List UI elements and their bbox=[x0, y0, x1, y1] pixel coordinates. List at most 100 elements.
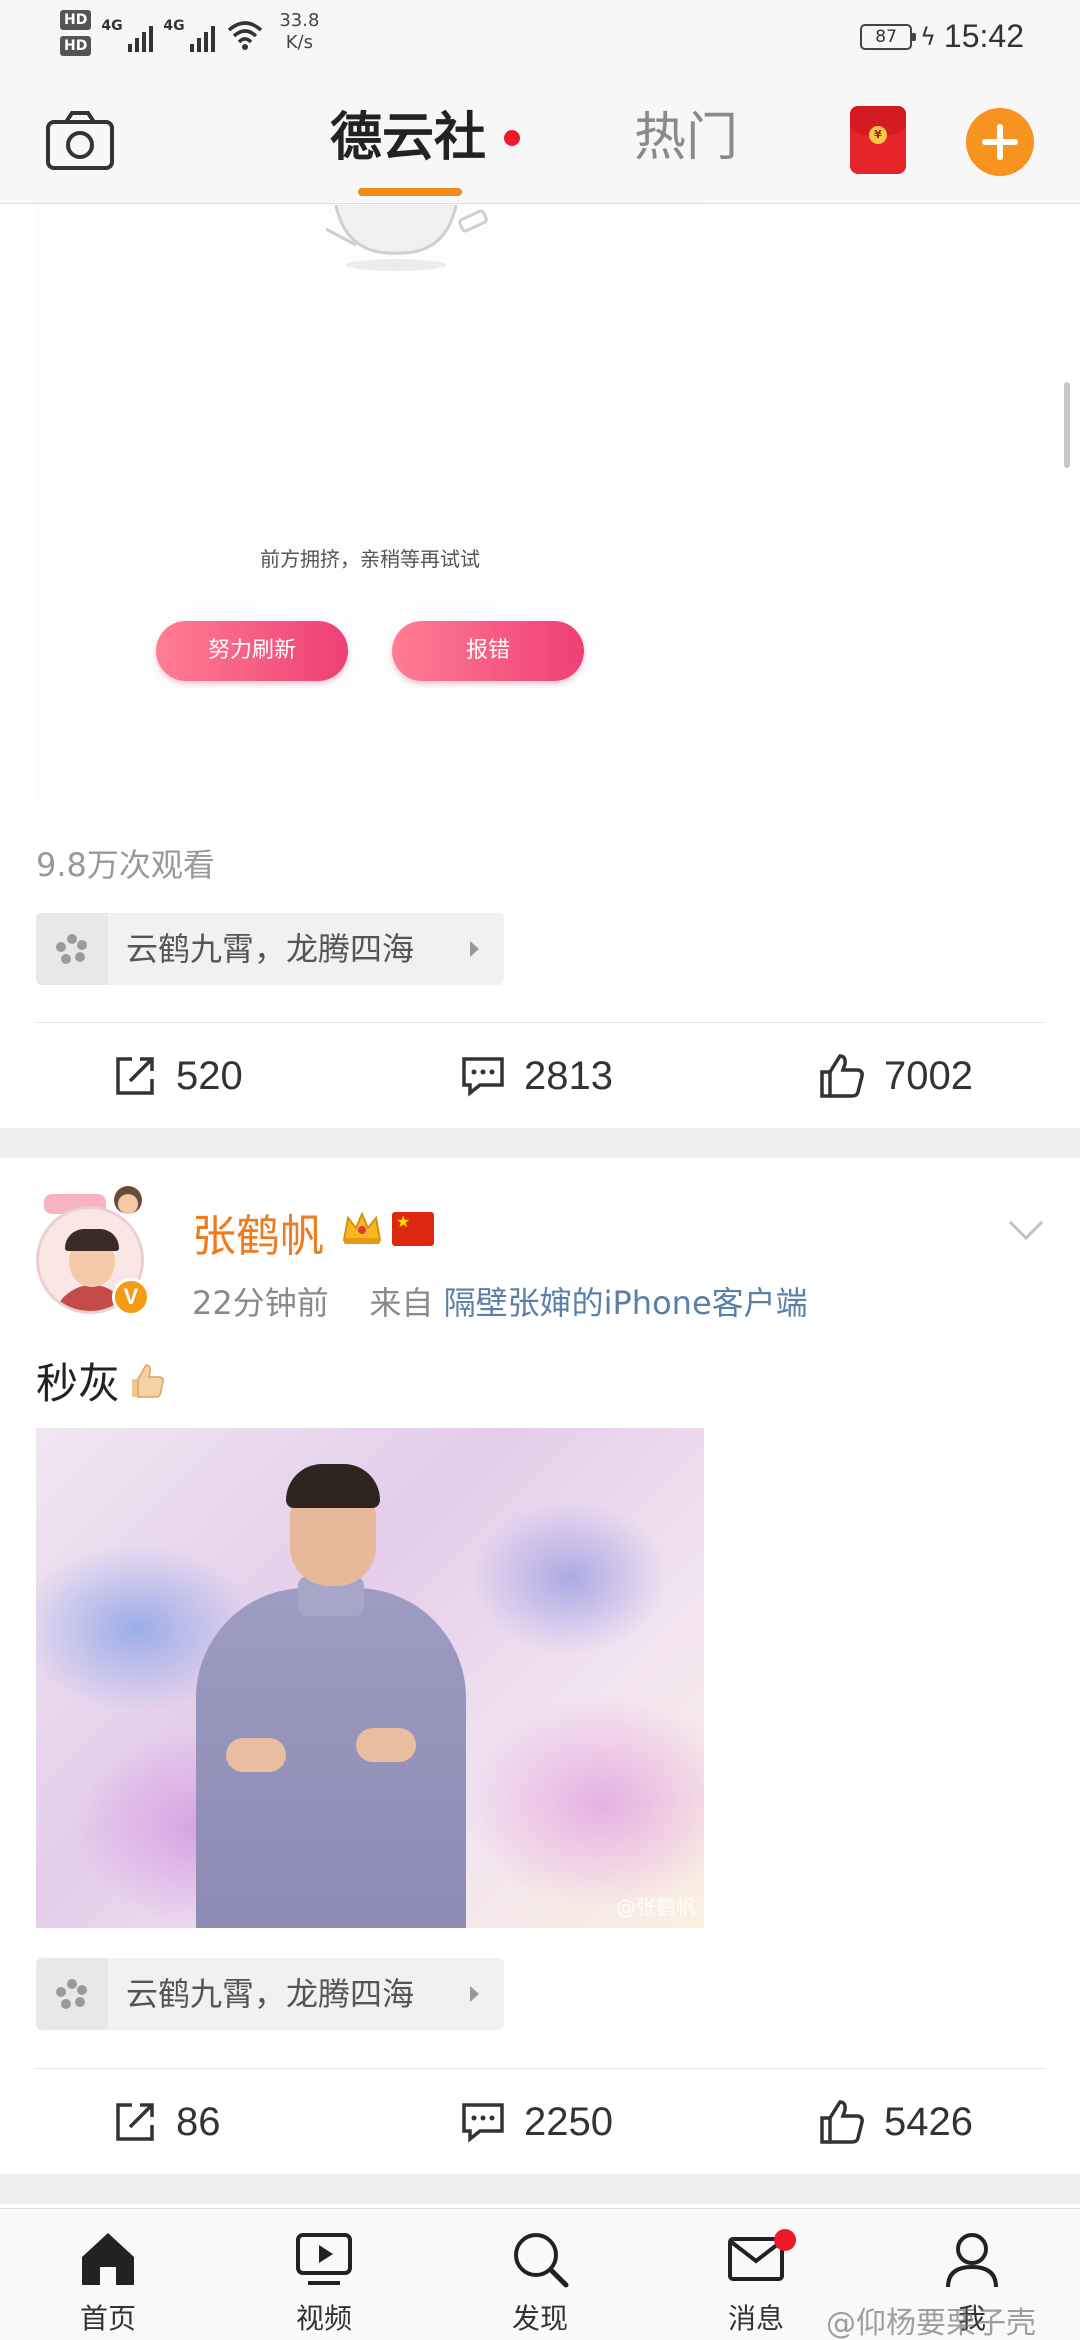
post-meta: 22分钟前 来自 隔壁张婶的iPhone客户端 bbox=[192, 1278, 808, 1324]
nav-home-label: 首页 bbox=[79, 2302, 136, 2335]
report-error-button[interactable]: 报错 bbox=[392, 621, 584, 681]
wifi-icon bbox=[228, 21, 263, 50]
scrollbar-thumb[interactable] bbox=[1064, 382, 1070, 468]
video-player[interactable]: 前方拥挤，亲稍等再试试 努力刷新 报错 bbox=[36, 205, 704, 805]
repost-icon bbox=[116, 1057, 154, 1095]
nav-home[interactable]: 首页 bbox=[48, 2227, 168, 2339]
chevron-down-icon[interactable] bbox=[1006, 1218, 1046, 1242]
unread-dot bbox=[774, 2229, 796, 2251]
topic-pinwheel-icon bbox=[56, 934, 87, 964]
camera-icon[interactable] bbox=[44, 108, 116, 172]
nav-discover[interactable]: 发现 bbox=[480, 2227, 600, 2339]
post-image[interactable]: @张鹤帆 bbox=[36, 1428, 704, 1928]
post-body: 秒灰 bbox=[36, 1350, 166, 1411]
speed-value: 33.8 bbox=[279, 10, 320, 31]
divider bbox=[36, 1022, 1044, 1023]
topic-arrow-icon bbox=[470, 1986, 479, 2002]
comment-count: 2250 bbox=[524, 2099, 613, 2144]
topic-pinwheel-icon bbox=[56, 1979, 87, 2009]
nav-video[interactable]: 视频 bbox=[264, 2227, 384, 2339]
topic-chip[interactable]: 云鹤九霄，龙腾四海 bbox=[36, 913, 504, 985]
china-flag-icon: ★ bbox=[392, 1212, 434, 1246]
loading-error-illustration bbox=[325, 205, 488, 271]
topic-arrow-icon bbox=[470, 941, 479, 957]
status-bar: HD HD 4G 4G 33.8 K/s 87 ϟ 15:42 bbox=[0, 0, 1080, 78]
red-packet-coin: ¥ bbox=[869, 126, 887, 144]
hd1-indicator: HD bbox=[60, 10, 92, 30]
topic-label: 云鹤九霄，龙腾四海 bbox=[126, 1975, 415, 2013]
username[interactable]: 张鹤帆 bbox=[192, 1200, 324, 1264]
weibo-watermark: @仰杨要栗子壳 bbox=[826, 2306, 1036, 2340]
error-message: 前方拥挤，亲稍等再试试 bbox=[260, 547, 480, 571]
verified-badge-icon: V bbox=[112, 1278, 150, 1316]
status-left: HD HD 4G 4G 33.8 K/s bbox=[60, 10, 319, 56]
home-icon bbox=[82, 2233, 134, 2285]
network-speed: 33.8 K/s bbox=[279, 10, 319, 54]
video-icon bbox=[296, 2233, 352, 2285]
repost-count: 86 bbox=[176, 2099, 221, 2144]
thumbs-up-emoji-icon bbox=[132, 1363, 164, 1398]
repost-count: 520 bbox=[176, 1053, 243, 1098]
tab-deyunshe[interactable]: 德云社 bbox=[330, 106, 486, 170]
nav-messages-label: 消息 bbox=[727, 2302, 784, 2335]
like-count: 5426 bbox=[884, 2099, 973, 2144]
post2-action-bar: 86 2250 5426 bbox=[0, 2072, 1080, 2172]
post-source[interactable]: 隔壁张婶的iPhone客户端 bbox=[444, 1284, 808, 1322]
repost-button[interactable]: 86 bbox=[112, 2072, 221, 2172]
status-right: 87 ϟ 15:42 bbox=[860, 18, 1024, 55]
like-icon bbox=[820, 1054, 864, 1098]
battery-icon: 87 bbox=[860, 23, 917, 50]
comment-button[interactable]: 2813 bbox=[460, 1026, 613, 1126]
hd-indicators: HD HD bbox=[60, 10, 92, 56]
image-figure-hand bbox=[226, 1738, 286, 1772]
image-watermark: @张鹤帆 bbox=[616, 1895, 696, 1919]
post-time: 22分钟前 bbox=[192, 1284, 329, 1322]
repost-icon bbox=[116, 2103, 154, 2141]
comment-icon bbox=[462, 2103, 504, 2143]
clock: 15:42 bbox=[943, 18, 1024, 54]
speed-unit: K/s bbox=[285, 32, 313, 53]
profile-icon bbox=[946, 2233, 998, 2288]
post-separator bbox=[0, 1128, 1080, 1158]
post-separator bbox=[0, 2174, 1080, 2204]
avatar-hair bbox=[65, 1229, 119, 1251]
user-avatar[interactable]: V bbox=[30, 1184, 160, 1316]
like-button[interactable]: 5426 bbox=[818, 2072, 973, 2172]
topic-icon-box bbox=[36, 913, 108, 985]
topic-icon-box bbox=[36, 1958, 108, 2030]
nav-messages[interactable]: 消息 bbox=[696, 2227, 816, 2339]
sim2-signal-icon: 4G bbox=[163, 10, 216, 56]
comment-button[interactable]: 2250 bbox=[460, 2072, 613, 2172]
vip-crown-icon bbox=[342, 1211, 382, 1244]
image-figure-hand bbox=[356, 1728, 416, 1762]
like-icon bbox=[820, 2100, 864, 2144]
post1-action-bar: 520 2813 7002 bbox=[0, 1026, 1080, 1126]
nav-discover-label: 发现 bbox=[511, 2302, 568, 2335]
from-label: 来自 bbox=[369, 1284, 434, 1322]
tab-new-dot bbox=[504, 130, 520, 146]
divider bbox=[36, 2068, 1044, 2069]
view-count: 9.8万次观看 bbox=[36, 846, 215, 884]
like-button[interactable]: 7002 bbox=[818, 1026, 973, 1126]
comment-count: 2813 bbox=[524, 1053, 613, 1098]
top-nav: 德云社 热门 ¥ bbox=[0, 78, 1080, 204]
nav-video-label: 视频 bbox=[295, 2302, 352, 2335]
comment-icon bbox=[462, 1057, 504, 1097]
compose-plus-button[interactable] bbox=[966, 108, 1034, 176]
tab-hot[interactable]: 热门 bbox=[634, 106, 738, 170]
sim1-signal-icon: 4G bbox=[101, 10, 154, 56]
topic-chip[interactable]: 云鹤九霄，龙腾四海 bbox=[36, 1958, 504, 2030]
sim2-network-label: 4G bbox=[163, 18, 185, 34]
active-tab-indicator bbox=[358, 188, 462, 196]
search-icon bbox=[514, 2233, 569, 2288]
flag-star: ★ bbox=[396, 1212, 411, 1231]
topic-label: 云鹤九霄，龙腾四海 bbox=[126, 930, 415, 968]
repost-button[interactable]: 520 bbox=[112, 1026, 243, 1126]
post-text: 秒灰 bbox=[36, 1359, 121, 1408]
charging-icon: ϟ bbox=[920, 22, 936, 51]
sim1-network-label: 4G bbox=[101, 18, 123, 34]
red-packet-icon[interactable]: ¥ bbox=[850, 106, 906, 174]
refresh-button[interactable]: 努力刷新 bbox=[156, 621, 348, 681]
like-count: 7002 bbox=[884, 1053, 973, 1098]
hd2-indicator: HD bbox=[60, 36, 92, 56]
